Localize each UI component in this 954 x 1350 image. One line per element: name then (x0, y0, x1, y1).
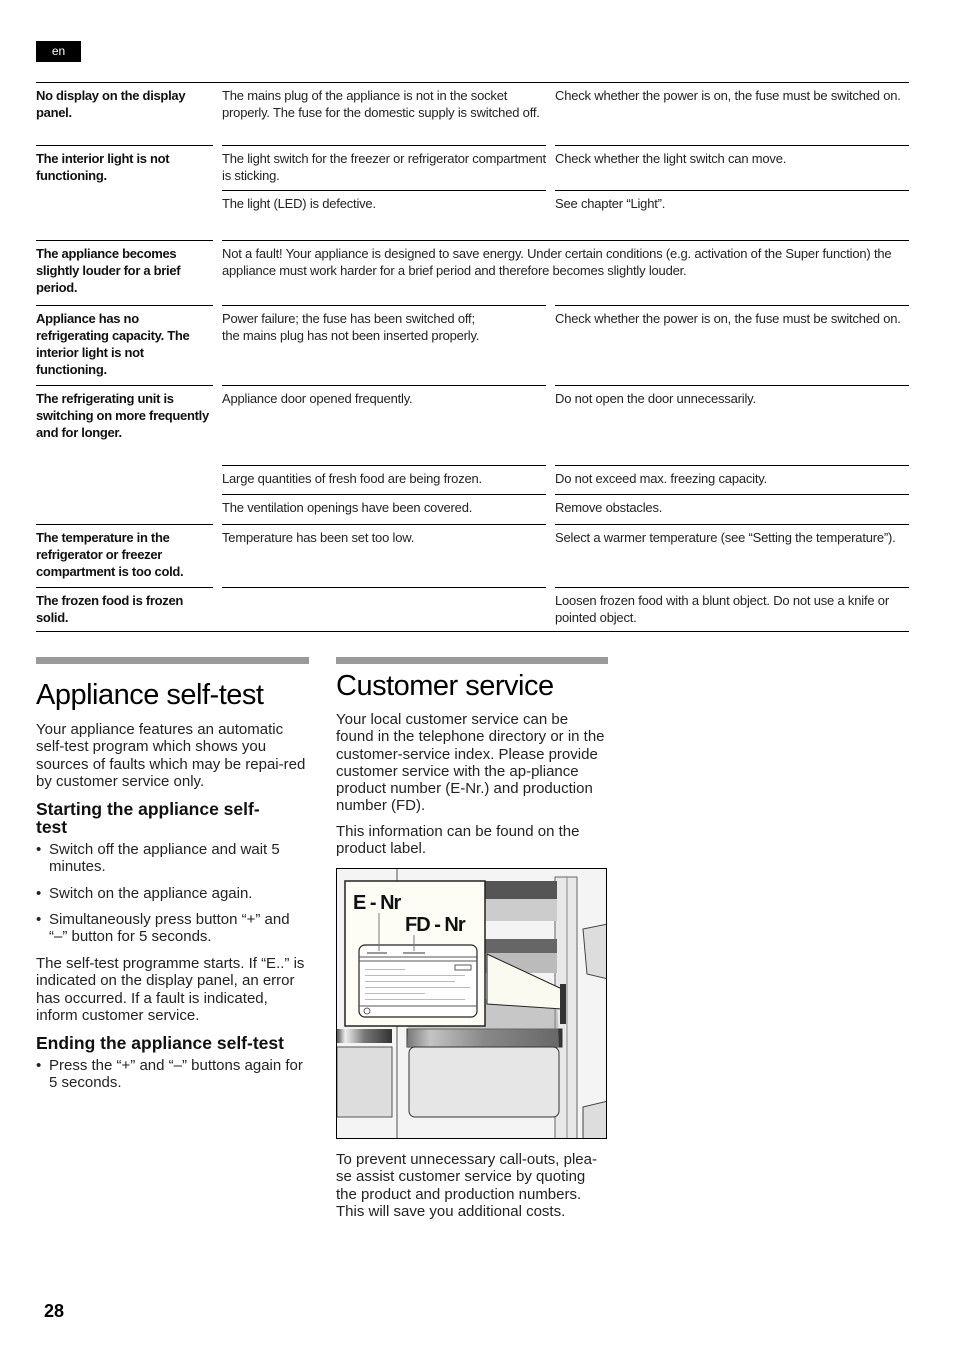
fault-text: The frozen food is frozen solid. (36, 593, 184, 625)
label-info-text: This information can be found on the pro… (336, 823, 580, 858)
remedy-text: See chapter “Light”. (555, 196, 666, 211)
table-row: Appliance has no refrigerating capacity.… (36, 305, 909, 385)
remedy-text: Do not open the door unnecessarily. (555, 391, 756, 406)
page-number: 28 (44, 1301, 65, 1321)
table-row: No display on the display panel. The mai… (36, 82, 909, 145)
remedy-text: Loosen frozen food with a blunt object. … (555, 593, 889, 625)
remedy-text: Select a warmer temperature (see “Settin… (555, 530, 896, 545)
customer-service-heading: Customer service (336, 670, 554, 702)
row-rule (222, 494, 546, 495)
fault-text: No display on the display panel. (36, 88, 186, 120)
row-rule (555, 465, 909, 466)
remedy-text: Do not exceed max. freezing capacity. (555, 471, 768, 486)
list-item: Switch on the appliance again. (36, 885, 308, 903)
cause-text: Large quantities of fresh food are being… (222, 471, 482, 486)
table-row: The frozen food is frozen solid. Loosen … (36, 587, 909, 631)
table-row: The interior light is not functioning. T… (36, 145, 909, 240)
list-item: Switch off the appliance and wait 5 minu… (36, 841, 308, 876)
remedy-text: Check whether the light switch can move. (555, 151, 787, 166)
e-nr-label: E - Nr (353, 892, 402, 914)
section-divider-bar (36, 657, 309, 664)
fault-text: The interior light is not functioning. (36, 151, 170, 183)
self-test-result-text: The self-test programme starts. If “E..”… (36, 955, 305, 1024)
cause-text: The light switch for the freezer or refr… (222, 151, 546, 183)
note-text: Not a fault! Your appliance is designed … (222, 246, 892, 278)
customer-service-intro: Your local customer service can be found… (336, 711, 605, 815)
cause-text: Power failure; the fuse has been switche… (222, 311, 480, 343)
cause-text: The ventilation openings have been cover… (222, 500, 473, 515)
remedy-text: Check whether the power is on, the fuse … (555, 311, 901, 326)
table-row: The temperature in the refrigerator or f… (36, 524, 909, 587)
section-divider-bar (336, 657, 608, 664)
fault-text: Appliance has no refrigerating capacity.… (36, 311, 190, 377)
list-item: Simultaneously press button “+” and “–” … (36, 911, 308, 946)
product-label-figure: E - Nr FD - Nr (336, 868, 607, 1139)
list-item: Press the “+” and “–” buttons again for … (36, 1057, 308, 1092)
ending-steps-list: Press the “+” and “–” buttons again for … (36, 1057, 308, 1101)
self-test-intro: Your appliance features an automatic sel… (36, 721, 306, 790)
ending-self-test-heading: Ending the appliance self-test (36, 1033, 284, 1053)
row-rule (555, 190, 909, 191)
fridge-interior-illustration: E - Nr FD - Nr (337, 869, 606, 1138)
fault-text: The temperature in the refrigerator or f… (36, 530, 184, 579)
starting-steps-list: Switch off the appliance and wait 5 minu… (36, 841, 308, 954)
row-rule (222, 465, 546, 466)
table-row: The refrigerating unit is switching on m… (36, 385, 909, 524)
starting-self-test-heading: Starting the appliance self-test (36, 799, 260, 837)
row-rule (222, 190, 546, 191)
remedy-text: Remove obstacles. (555, 500, 663, 515)
cause-text: The mains plug of the appliance is not i… (222, 88, 540, 120)
table-bottom-rule (36, 631, 909, 632)
row-rule (555, 494, 909, 495)
cause-text: The light (LED) is defective. (222, 196, 376, 211)
closing-text: To prevent unnecessary call-outs, plea-s… (336, 1151, 597, 1220)
cause-text: Appliance door opened frequently. (222, 391, 413, 406)
fd-nr-label: FD - Nr (405, 914, 466, 936)
cause-text: Temperature has been set too low. (222, 530, 415, 545)
fault-text: The refrigerating unit is switching on m… (36, 391, 209, 440)
language-badge: en (36, 41, 81, 62)
table-row: The appliance becomes slightly louder fo… (36, 240, 909, 305)
fault-text: The appliance becomes slightly louder fo… (36, 246, 181, 295)
self-test-heading: Appliance self-test (36, 679, 264, 711)
cause-text (222, 587, 546, 592)
remedy-text: Check whether the power is on, the fuse … (555, 88, 901, 103)
